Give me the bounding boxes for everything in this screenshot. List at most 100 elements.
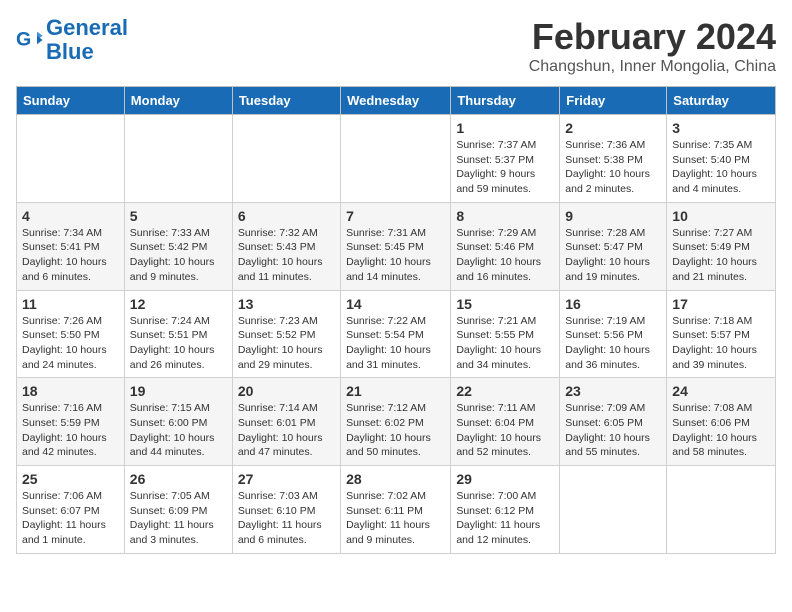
calendar-cell — [560, 466, 667, 554]
cell-content: Sunrise: 7:34 AMSunset: 5:41 PMDaylight:… — [22, 226, 119, 285]
title-block: February 2024 Changshun, Inner Mongolia,… — [529, 16, 776, 76]
calendar-cell: 20 Sunrise: 7:14 AMSunset: 6:01 PMDayligh… — [232, 378, 340, 466]
day-number: 26 — [130, 471, 227, 487]
header-thursday: Thursday — [451, 87, 560, 115]
day-number: 14 — [346, 296, 445, 312]
cell-content: Sunrise: 7:32 AMSunset: 5:43 PMDaylight:… — [238, 226, 335, 285]
cell-content: Sunrise: 7:31 AMSunset: 5:45 PMDaylight:… — [346, 226, 445, 285]
cell-content: Sunrise: 7:23 AMSunset: 5:52 PMDaylight:… — [238, 314, 335, 373]
calendar-cell: 12 Sunrise: 7:24 AMSunset: 5:51 PMDayligh… — [124, 290, 232, 378]
calendar-cell: 27 Sunrise: 7:03 AMSunset: 6:10 PMDayligh… — [232, 466, 340, 554]
cell-content: Sunrise: 7:27 AMSunset: 5:49 PMDaylight:… — [672, 226, 770, 285]
calendar-cell: 19Sunrise: 7:15 AMSunset: 6:00 PMDayligh… — [124, 378, 232, 466]
day-number: 3 — [672, 120, 770, 136]
calendar-cell: 9 Sunrise: 7:28 AMSunset: 5:47 PMDaylight… — [560, 202, 667, 290]
cell-content: Sunrise: 7:37 AMSunset: 5:37 PMDaylight:… — [456, 138, 554, 197]
calendar-week-4: 18 Sunrise: 7:16 AMSunset: 5:59 PMDayligh… — [17, 378, 776, 466]
cell-content: Sunrise: 7:33 AMSunset: 5:42 PMDaylight:… — [130, 226, 227, 285]
cell-content: Sunrise: 7:19 AMSunset: 5:56 PMDaylight:… — [565, 314, 661, 373]
day-number: 2 — [565, 120, 661, 136]
day-number: 4 — [22, 208, 119, 224]
calendar-cell: 10 Sunrise: 7:27 AMSunset: 5:49 PMDayligh… — [667, 202, 776, 290]
cell-content: Sunrise: 7:05 AMSunset: 6:09 PMDaylight:… — [130, 489, 227, 548]
cell-content: Sunrise: 7:21 AMSunset: 5:55 PMDaylight:… — [456, 314, 554, 373]
calendar-cell: 23 Sunrise: 7:09 AMSunset: 6:05 PMDayligh… — [560, 378, 667, 466]
calendar-cell: 17 Sunrise: 7:18 AMSunset: 5:57 PMDayligh… — [667, 290, 776, 378]
calendar-cell: 29 Sunrise: 7:00 AMSunset: 6:12 PMDayligh… — [451, 466, 560, 554]
page-header: G General Blue February 2024 Changshun, … — [16, 16, 776, 76]
day-number: 6 — [238, 208, 335, 224]
calendar-cell: 8 Sunrise: 7:29 AMSunset: 5:46 PMDaylight… — [451, 202, 560, 290]
logo-icon: G — [16, 26, 44, 54]
day-number: 11 — [22, 296, 119, 312]
calendar-cell: 24Sunrise: 7:08 AMSunset: 6:06 PMDayligh… — [667, 378, 776, 466]
calendar-cell — [124, 115, 232, 203]
day-number: 18 — [22, 383, 119, 399]
day-number: 20 — [238, 383, 335, 399]
calendar-cell: 11 Sunrise: 7:26 AMSunset: 5:50 PMDayligh… — [17, 290, 125, 378]
cell-content: Sunrise: 7:22 AMSunset: 5:54 PMDaylight:… — [346, 314, 445, 373]
logo-line1: General — [46, 15, 128, 40]
day-number: 28 — [346, 471, 445, 487]
subtitle: Changshun, Inner Mongolia, China — [529, 58, 776, 76]
calendar-cell: 2 Sunrise: 7:36 AMSunset: 5:38 PMDaylight… — [560, 115, 667, 203]
day-number: 21 — [346, 383, 445, 399]
cell-content: Sunrise: 7:24 AMSunset: 5:51 PMDaylight:… — [130, 314, 227, 373]
cell-content: Sunrise: 7:06 AMSunset: 6:07 PMDaylight:… — [22, 489, 119, 548]
header-sunday: Sunday — [17, 87, 125, 115]
main-title: February 2024 — [529, 16, 776, 58]
logo-line2: Blue — [46, 39, 94, 64]
day-number: 8 — [456, 208, 554, 224]
day-number: 22 — [456, 383, 554, 399]
day-number: 27 — [238, 471, 335, 487]
calendar-cell — [17, 115, 125, 203]
day-number: 15 — [456, 296, 554, 312]
cell-content: Sunrise: 7:15 AMSunset: 6:00 PMDaylight:… — [130, 401, 227, 460]
day-number: 9 — [565, 208, 661, 224]
calendar-cell: 26 Sunrise: 7:05 AMSunset: 6:09 PMDayligh… — [124, 466, 232, 554]
cell-content: Sunrise: 7:26 AMSunset: 5:50 PMDaylight:… — [22, 314, 119, 373]
calendar-cell: 6 Sunrise: 7:32 AMSunset: 5:43 PMDaylight… — [232, 202, 340, 290]
day-number: 17 — [672, 296, 770, 312]
day-number: 10 — [672, 208, 770, 224]
day-number: 23 — [565, 383, 661, 399]
calendar-table: SundayMondayTuesdayWednesdayThursdayFrid… — [16, 86, 776, 554]
calendar-cell: 4 Sunrise: 7:34 AMSunset: 5:41 PMDaylight… — [17, 202, 125, 290]
cell-content: Sunrise: 7:00 AMSunset: 6:12 PMDaylight:… — [456, 489, 554, 548]
header-friday: Friday — [560, 87, 667, 115]
cell-content: Sunrise: 7:02 AMSunset: 6:11 PMDaylight:… — [346, 489, 445, 548]
cell-content: Sunrise: 7:35 AMSunset: 5:40 PMDaylight:… — [672, 138, 770, 197]
cell-content: Sunrise: 7:29 AMSunset: 5:46 PMDaylight:… — [456, 226, 554, 285]
cell-content: Sunrise: 7:16 AMSunset: 5:59 PMDaylight:… — [22, 401, 119, 460]
calendar-body: 1Sunrise: 7:37 AMSunset: 5:37 PMDaylight… — [17, 115, 776, 554]
cell-content: Sunrise: 7:03 AMSunset: 6:10 PMDaylight:… — [238, 489, 335, 548]
calendar-cell: 25 Sunrise: 7:06 AMSunset: 6:07 PMDayligh… — [17, 466, 125, 554]
day-number: 29 — [456, 471, 554, 487]
header-monday: Monday — [124, 87, 232, 115]
cell-content: Sunrise: 7:09 AMSunset: 6:05 PMDaylight:… — [565, 401, 661, 460]
calendar-cell: 16 Sunrise: 7:19 AMSunset: 5:56 PMDayligh… — [560, 290, 667, 378]
svg-text:G: G — [16, 29, 31, 51]
cell-content: Sunrise: 7:18 AMSunset: 5:57 PMDaylight:… — [672, 314, 770, 373]
cell-content: Sunrise: 7:28 AMSunset: 5:47 PMDaylight:… — [565, 226, 661, 285]
day-number: 12 — [130, 296, 227, 312]
calendar-cell — [667, 466, 776, 554]
logo: G General Blue — [16, 16, 128, 64]
calendar-week-1: 1Sunrise: 7:37 AMSunset: 5:37 PMDaylight… — [17, 115, 776, 203]
calendar-cell: 22 Sunrise: 7:11 AMSunset: 6:04 PMDayligh… — [451, 378, 560, 466]
calendar-cell: 15 Sunrise: 7:21 AMSunset: 5:55 PMDayligh… — [451, 290, 560, 378]
day-number: 16 — [565, 296, 661, 312]
cell-content: Sunrise: 7:12 AMSunset: 6:02 PMDaylight:… — [346, 401, 445, 460]
calendar-cell: 5Sunrise: 7:33 AMSunset: 5:42 PMDaylight… — [124, 202, 232, 290]
calendar-week-2: 4 Sunrise: 7:34 AMSunset: 5:41 PMDaylight… — [17, 202, 776, 290]
calendar-cell — [341, 115, 451, 203]
calendar-cell: 18 Sunrise: 7:16 AMSunset: 5:59 PMDayligh… — [17, 378, 125, 466]
cell-content: Sunrise: 7:11 AMSunset: 6:04 PMDaylight:… — [456, 401, 554, 460]
cell-content: Sunrise: 7:36 AMSunset: 5:38 PMDaylight:… — [565, 138, 661, 197]
calendar-cell: 13Sunrise: 7:23 AMSunset: 5:52 PMDayligh… — [232, 290, 340, 378]
cell-content: Sunrise: 7:08 AMSunset: 6:06 PMDaylight:… — [672, 401, 770, 460]
cell-content: Sunrise: 7:14 AMSunset: 6:01 PMDaylight:… — [238, 401, 335, 460]
calendar-cell: 3 Sunrise: 7:35 AMSunset: 5:40 PMDaylight… — [667, 115, 776, 203]
calendar-cell: 7Sunrise: 7:31 AMSunset: 5:45 PMDaylight… — [341, 202, 451, 290]
day-number: 25 — [22, 471, 119, 487]
